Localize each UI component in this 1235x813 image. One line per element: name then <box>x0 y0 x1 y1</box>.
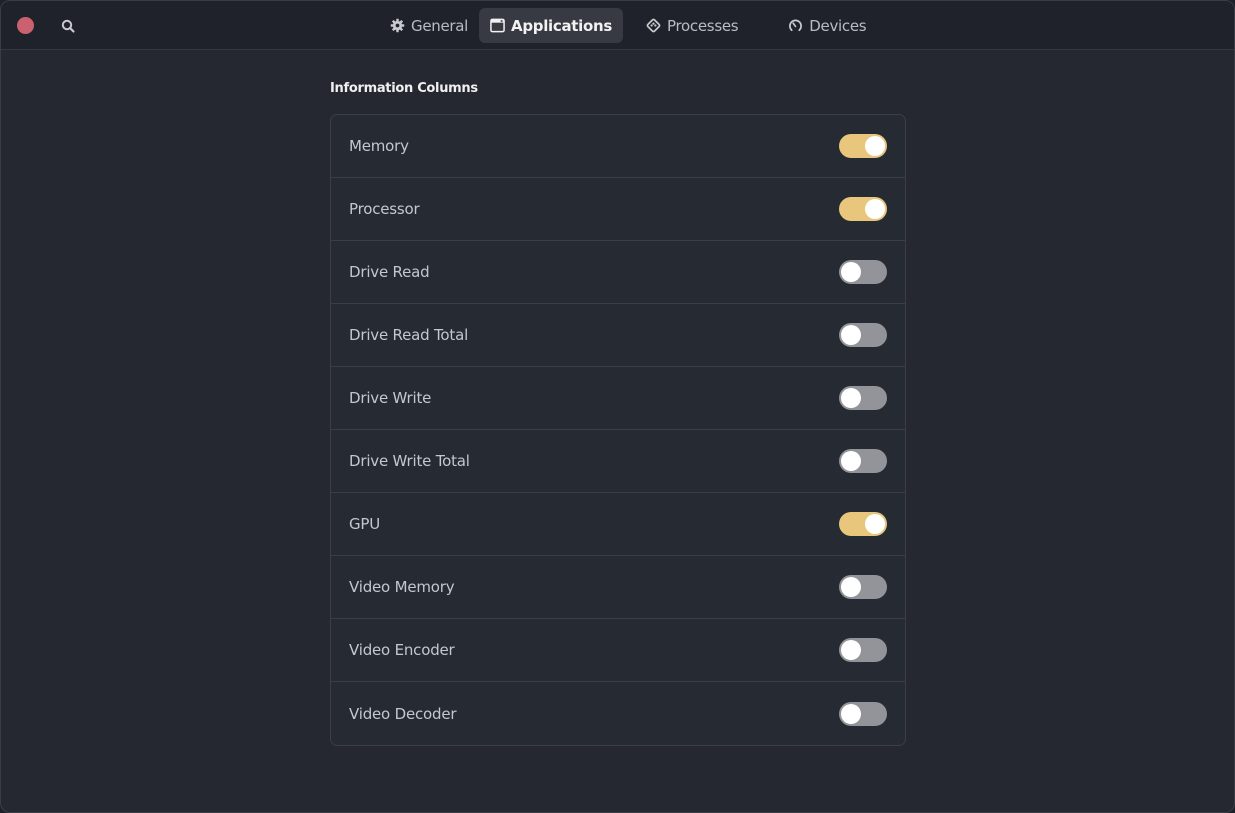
toggle-knob <box>841 388 861 408</box>
column-label: Drive Write <box>349 389 432 407</box>
toggle-knob <box>865 514 885 534</box>
list-item: GPU <box>331 493 905 556</box>
section-title: Information Columns <box>330 81 478 96</box>
list-item: Video Memory <box>331 556 905 619</box>
list-item: Memory <box>331 115 905 178</box>
preferences-window: General Applications Processes Devices I… <box>0 0 1235 813</box>
toggle-knob <box>841 325 861 345</box>
tab-bar: General Applications Processes Devices <box>379 8 877 43</box>
column-label: Drive Write Total <box>349 452 470 470</box>
toggle-switch[interactable] <box>839 449 887 473</box>
column-label: Video Encoder <box>349 641 455 659</box>
toggle-switch[interactable] <box>839 386 887 410</box>
toggle-knob <box>841 451 861 471</box>
list-item: Drive Read Total <box>331 304 905 367</box>
toggle-switch[interactable] <box>839 512 887 536</box>
list-item: Video Encoder <box>331 619 905 682</box>
list-item: Video Decoder <box>331 682 905 745</box>
search-icon <box>61 19 75 33</box>
toggle-knob <box>841 577 861 597</box>
tab-label: Processes <box>667 16 739 35</box>
list-item: Drive Write <box>331 367 905 430</box>
tab-label: General <box>411 16 469 35</box>
window-icon <box>490 18 505 33</box>
toggle-switch[interactable] <box>839 323 887 347</box>
header-bar: General Applications Processes Devices <box>1 1 1234 50</box>
toggle-switch[interactable] <box>839 260 887 284</box>
gauge-icon <box>789 19 803 32</box>
toggle-switch[interactable] <box>839 701 887 726</box>
column-label: GPU <box>349 515 381 533</box>
column-label: Memory <box>349 137 409 155</box>
search-button[interactable] <box>57 15 79 37</box>
column-label: Drive Read Total <box>349 326 469 344</box>
toggle-switch[interactable] <box>839 197 887 221</box>
toggle-switch[interactable] <box>839 134 887 158</box>
diamond-icon <box>646 18 661 33</box>
tab-applications[interactable]: Applications <box>479 8 624 43</box>
toggle-knob <box>841 640 861 660</box>
toggle-knob <box>841 262 861 282</box>
toggle-switch[interactable] <box>839 638 887 662</box>
toggle-knob <box>865 136 885 156</box>
list-item: Drive Write Total <box>331 430 905 493</box>
tab-processes[interactable]: Processes <box>635 8 749 43</box>
toggle-knob <box>865 199 885 219</box>
column-label: Video Memory <box>349 578 455 596</box>
tab-label: Applications <box>511 16 613 35</box>
column-label: Drive Read <box>349 263 430 281</box>
information-columns-list: Memory Processor Drive Read Drive Read T… <box>330 114 906 746</box>
list-item: Processor <box>331 178 905 241</box>
column-label: Processor <box>349 200 420 218</box>
gear-icon <box>390 18 405 33</box>
tab-label: Devices <box>809 16 867 35</box>
toggle-knob <box>841 703 861 724</box>
list-item: Drive Read <box>331 241 905 304</box>
tab-devices[interactable]: Devices <box>777 8 877 43</box>
column-label: Video Decoder <box>349 704 457 723</box>
toggle-switch[interactable] <box>839 575 887 599</box>
tab-general[interactable]: General <box>379 8 479 43</box>
close-button[interactable] <box>17 17 34 34</box>
